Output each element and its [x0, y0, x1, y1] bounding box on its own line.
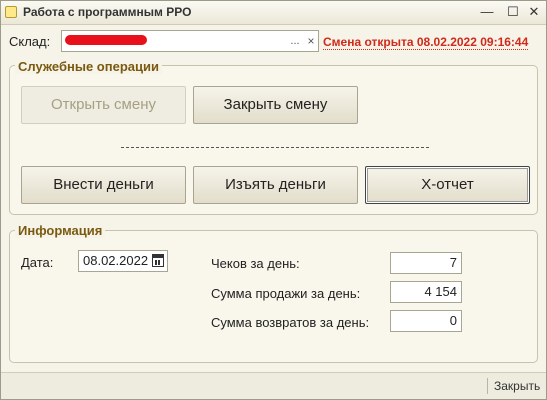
window-title: Работа с программным РРО [23, 5, 192, 19]
warehouse-field[interactable]: ... × [61, 30, 319, 52]
close-button[interactable]: Закрыть [494, 379, 540, 393]
minimize-icon[interactable]: — [479, 4, 495, 20]
rro-window: Работа с программным РРО — ☐ ✕ Склад: ..… [0, 0, 547, 400]
select-icon[interactable]: ... [288, 32, 302, 50]
footer-bar: Закрыть [1, 372, 546, 399]
shift-status-link[interactable]: Смена открыта 08.02.2022 09:16:44 [323, 35, 529, 50]
returns-label: Сумма возвратов за день: [211, 315, 370, 330]
returns-sum-field[interactable]: 0 [390, 310, 462, 332]
sales-sum-field[interactable]: 4 154 [390, 281, 462, 303]
footer-divider [487, 378, 488, 394]
date-label: Дата: [21, 255, 54, 270]
date-value: 08.02.2022 [83, 253, 149, 268]
title-bar[interactable]: Работа с программным РРО — ☐ ✕ [1, 1, 546, 25]
service-operations-title: Служебные операции [15, 59, 162, 74]
deposit-money-button[interactable]: Внести деньги [21, 166, 186, 204]
checks-label: Чеков за день: [211, 256, 300, 271]
maximize-icon[interactable]: ☐ [505, 4, 521, 20]
app-icon [5, 6, 17, 18]
warehouse-label: Склад: [9, 34, 51, 49]
redacted-value [65, 35, 147, 45]
information-title: Информация [15, 223, 106, 238]
open-shift-button[interactable]: Открыть смену [21, 86, 186, 124]
checks-count-field[interactable]: 7 [390, 252, 462, 274]
close-window-icon[interactable]: ✕ [526, 4, 542, 20]
x-report-button[interactable]: X-отчет [365, 166, 530, 204]
clear-icon[interactable]: × [304, 32, 318, 50]
separator-line [121, 147, 429, 148]
close-shift-button[interactable]: Закрыть смену [193, 86, 358, 124]
date-field[interactable]: 08.02.2022 [78, 250, 168, 272]
withdraw-money-button[interactable]: Изъять деньги [193, 166, 358, 204]
calendar-icon[interactable] [152, 254, 164, 267]
sales-label: Сумма продажи за день: [211, 286, 361, 301]
